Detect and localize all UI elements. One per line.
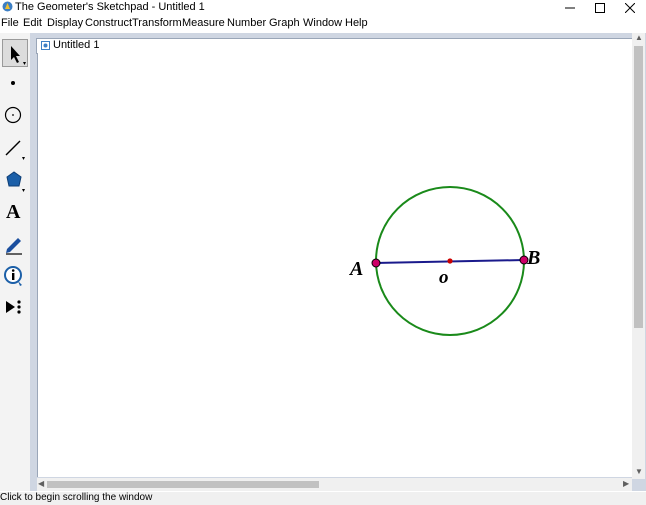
minimize-button[interactable] (555, 0, 585, 15)
polygon-icon (6, 171, 25, 192)
compass-tool[interactable] (2, 103, 28, 131)
menu-window[interactable]: Window (303, 17, 342, 29)
menu-file[interactable]: File (1, 17, 19, 29)
scroll-up-icon[interactable]: ▲ (635, 33, 643, 42)
scroll-right-icon[interactable]: ▶ (623, 479, 629, 488)
custom-tools-icon (6, 300, 21, 314)
sketch-canvas[interactable]: A B o (37, 53, 633, 477)
horizontal-scroll-thumb[interactable] (47, 481, 319, 488)
vertical-scrollbar[interactable]: ▲ ▼ (632, 33, 645, 479)
label-o[interactable]: o (439, 267, 449, 289)
point-a[interactable] (371, 258, 381, 268)
maximize-button[interactable] (585, 0, 615, 15)
document-title: Untitled 1 (53, 39, 100, 51)
label-b[interactable]: B (527, 247, 540, 270)
status-text: Click to begin scrolling the window (0, 492, 153, 503)
info-icon (4, 266, 22, 286)
text-tool[interactable]: A (2, 199, 28, 227)
circle-icon (4, 106, 22, 124)
menu-number[interactable]: Number (227, 17, 266, 29)
toolbox: A (0, 33, 31, 491)
point-tool[interactable] (2, 71, 28, 99)
maximize-icon (595, 2, 605, 13)
title-bar: The Geometer's Sketchpad - Untitled 1 (0, 0, 646, 15)
custom-tool[interactable] (2, 295, 28, 323)
menu-graph[interactable]: Graph (269, 17, 300, 29)
close-icon (625, 2, 635, 13)
window-title: The Geometer's Sketchpad - Untitled 1 (15, 1, 205, 13)
information-tool[interactable] (2, 263, 28, 291)
menu-transform[interactable]: Transform (132, 17, 182, 29)
document-title-bar[interactable]: Untitled 1 (36, 38, 634, 54)
text-icon: A (6, 201, 21, 223)
app-icon (2, 1, 13, 12)
horizontal-scrollbar[interactable]: ◀ ▶ (37, 478, 632, 491)
marker-icon (6, 238, 22, 255)
line-icon (5, 140, 25, 160)
arrow-icon (11, 46, 26, 65)
selection-arrow-tool[interactable] (2, 39, 28, 67)
status-bar: Click to begin scrolling the window (0, 492, 646, 505)
label-a[interactable]: A (350, 258, 363, 281)
menu-display[interactable]: Display (47, 17, 83, 29)
marker-tool[interactable] (2, 231, 28, 259)
vertical-scroll-thumb[interactable] (634, 46, 643, 328)
scroll-down-icon[interactable]: ▼ (635, 467, 643, 476)
document-icon (41, 41, 50, 50)
menu-measure[interactable]: Measure (182, 17, 225, 29)
menu-construct[interactable]: Construct (85, 17, 132, 29)
sketch-drawing (371, 186, 529, 336)
close-button[interactable] (615, 0, 645, 15)
scroll-left-icon[interactable]: ◀ (38, 479, 44, 488)
point-icon (11, 81, 15, 85)
minimize-icon (565, 7, 575, 8)
menu-bar: File Edit Display Construct Transform Me… (0, 15, 646, 32)
menu-help[interactable]: Help (345, 17, 368, 29)
menu-edit[interactable]: Edit (23, 17, 42, 29)
center-point-o[interactable] (447, 258, 453, 264)
polygon-tool[interactable] (2, 167, 28, 195)
straightedge-tool[interactable] (2, 135, 28, 163)
